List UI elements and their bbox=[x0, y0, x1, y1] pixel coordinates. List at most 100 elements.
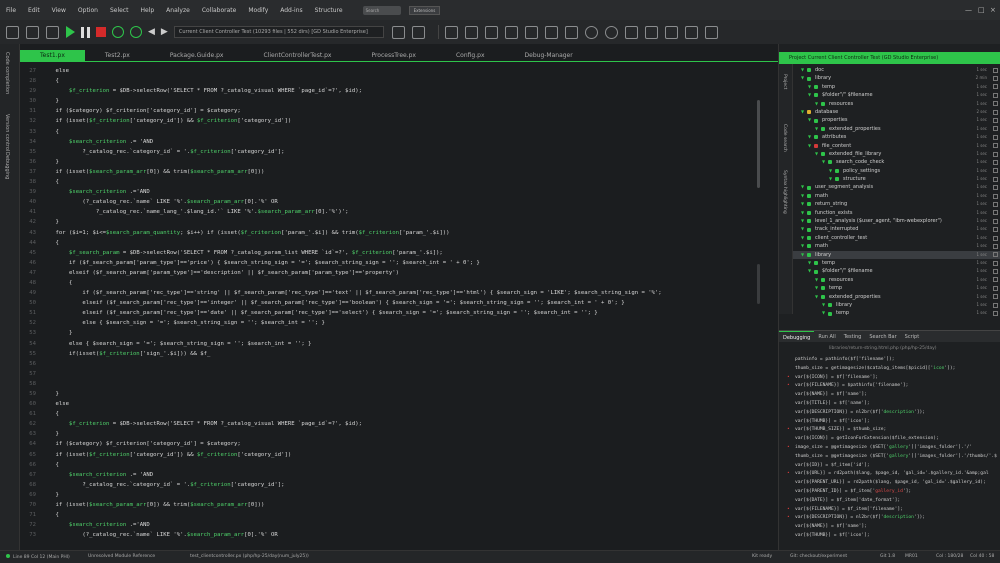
tree-item-checkbox[interactable] bbox=[993, 277, 998, 283]
split-icon[interactable] bbox=[464, 25, 478, 39]
code-line[interactable]: 27 else bbox=[20, 66, 760, 76]
code-line[interactable]: 37 if (isset($search_param_arr[0]) && tr… bbox=[20, 167, 760, 177]
debug-line[interactable]: • var[${URL}] = rd2path($lang, $page_id, … bbox=[787, 470, 997, 479]
menu-view[interactable]: View bbox=[46, 7, 72, 14]
tree-item[interactable]: ▼ temp 1 sec bbox=[793, 309, 1000, 316]
menu-select[interactable]: Select bbox=[104, 7, 135, 14]
tree-item[interactable]: ▼ database 2 sec bbox=[793, 108, 1000, 116]
tree-item-checkbox[interactable] bbox=[993, 243, 998, 249]
tree-item-checkbox[interactable] bbox=[993, 252, 998, 258]
code-line[interactable]: 64 if ($category) $f_criterion['category… bbox=[20, 439, 760, 449]
code-line[interactable]: 32 if (isset($f_criterion['category_id']… bbox=[20, 116, 760, 126]
extensions-button[interactable]: Extensions bbox=[408, 5, 441, 15]
back-icon[interactable]: ◀ bbox=[148, 27, 155, 37]
tree-item[interactable]: ▼ user_segment_analysis 1 sec bbox=[793, 183, 1000, 191]
debug-line[interactable]: • var[${ICON}] = $f['filename']; bbox=[787, 374, 997, 383]
code-line[interactable]: 50 elseif ($f_search_param['rec_type']==… bbox=[20, 298, 760, 308]
minimize-icon[interactable]: — bbox=[965, 6, 972, 14]
tree-item[interactable]: ▼ search_code_check 1 sec bbox=[793, 158, 1000, 166]
build-icon[interactable] bbox=[411, 25, 425, 39]
tree-item-checkbox[interactable] bbox=[993, 84, 998, 90]
tree-item-checkbox[interactable] bbox=[993, 235, 998, 241]
tree-item-checkbox[interactable] bbox=[993, 92, 998, 98]
breakpoint-icon[interactable]: • bbox=[787, 470, 795, 479]
debug-line[interactable]: var[${THUMB}] = $f['icon']; bbox=[787, 418, 997, 427]
code-line[interactable]: 29 $f_criterion = $DB->selectRow('SELECT… bbox=[20, 86, 760, 96]
left-strip-tab-2[interactable]: Debugging bbox=[4, 152, 10, 179]
debug-line[interactable]: var[${NAME}] = $f['name']; bbox=[787, 523, 997, 532]
code-line[interactable]: 72 $search_criterion .='AND bbox=[20, 520, 760, 530]
menu-help[interactable]: Help bbox=[134, 7, 160, 14]
code-line[interactable]: 58 bbox=[20, 379, 760, 389]
status-cursor[interactable]: Col : 180/28 bbox=[936, 554, 963, 559]
debug-line[interactable]: thumb_size = getimagesize($catalog_items… bbox=[787, 365, 997, 374]
tree-item[interactable]: ▼ $folder"/" $filename 1 sec bbox=[793, 267, 1000, 275]
tree-item-checkbox[interactable] bbox=[993, 269, 998, 275]
tree-item[interactable]: ▼ client_controller_test 1 sec bbox=[793, 234, 1000, 242]
code-line[interactable]: 63 } bbox=[20, 429, 760, 439]
forward-icon[interactable]: ▶ bbox=[161, 27, 168, 37]
tree-item[interactable]: ▼ policy_settings 1 sec bbox=[793, 167, 1000, 175]
status-branch[interactable]: Git: checkout/experiment bbox=[790, 554, 847, 559]
tree-item[interactable]: ▼ extended_properties 1 sec bbox=[793, 293, 1000, 301]
left-strip-tab-0[interactable]: Code completion bbox=[4, 52, 10, 94]
status-encoding[interactable]: Git 1.8 bbox=[880, 554, 895, 559]
left-strip-tab-1[interactable]: Version control bbox=[4, 114, 10, 151]
code-line[interactable]: 55 if(isset($f_criterion['sign_'.$i])) &… bbox=[20, 349, 760, 359]
tree-item[interactable]: ▼ extended_properties 1 sec bbox=[793, 125, 1000, 133]
code-area[interactable]: 27 else 28 {29 $f_criterion = $DB->select… bbox=[20, 66, 760, 550]
code-line[interactable]: 71 { bbox=[20, 510, 760, 520]
debug-line[interactable]: var[${DATE}] = $f_item['date_format']; bbox=[787, 497, 997, 506]
tree-item-checkbox[interactable] bbox=[993, 193, 998, 199]
code-line[interactable]: 66 { bbox=[20, 460, 760, 470]
new-file-icon[interactable] bbox=[6, 25, 19, 39]
grid-icon[interactable] bbox=[624, 25, 638, 39]
code-line[interactable]: 60 else bbox=[20, 399, 760, 409]
menu-structure[interactable]: Structure bbox=[309, 7, 349, 14]
breakpoint-icon[interactable] bbox=[787, 409, 795, 418]
status-mode[interactable]: MR01 bbox=[905, 554, 918, 559]
tree-item-checkbox[interactable] bbox=[993, 294, 998, 300]
tree-item[interactable]: ▼ library 1 sec bbox=[793, 250, 1000, 259]
tree-item[interactable]: ▼ extended_file_library 1 sec bbox=[793, 150, 1000, 158]
status-kit[interactable]: Kit ready bbox=[752, 554, 772, 559]
debug-tab[interactable]: Script bbox=[901, 331, 924, 343]
debug-line[interactable]: • image_size = @getimagesize ($SET['galle… bbox=[787, 444, 997, 453]
editor-tab[interactable]: ClientControllerTest.px bbox=[243, 50, 351, 61]
breakpoint-icon[interactable]: • bbox=[787, 514, 795, 523]
tree-item-checkbox[interactable] bbox=[993, 185, 998, 191]
breakpoint-icon[interactable] bbox=[787, 400, 795, 409]
layout-icon[interactable] bbox=[444, 25, 458, 39]
code-line[interactable]: 69 } bbox=[20, 490, 760, 500]
history-icon[interactable] bbox=[564, 25, 578, 39]
run-icon[interactable] bbox=[66, 26, 75, 38]
code-line[interactable]: 36 } bbox=[20, 157, 760, 167]
breakpoint-icon[interactable]: • bbox=[787, 382, 795, 391]
breakpoint-icon[interactable] bbox=[787, 479, 795, 488]
breakpoint-icon[interactable]: • bbox=[787, 444, 795, 453]
code-line[interactable]: 68 ?_catalog_rec.`category_id` = '.$f_cr… bbox=[20, 480, 760, 490]
code-line[interactable]: 57 bbox=[20, 369, 760, 379]
editor-tab[interactable]: Test2.px bbox=[85, 50, 150, 61]
tree-item[interactable]: ▼ library 2 min bbox=[793, 74, 1000, 82]
code-line[interactable]: 65 if (isset($f_criterion['category_id']… bbox=[20, 450, 760, 460]
tree-item-checkbox[interactable] bbox=[993, 143, 998, 149]
debug-line[interactable]: var[${ID}] = $f_item['id']; bbox=[787, 462, 997, 471]
search-icon[interactable] bbox=[604, 25, 618, 39]
debug-line[interactable]: thumb_size = @getimagesize ($SET['galler… bbox=[787, 453, 997, 462]
tree-item-checkbox[interactable] bbox=[993, 134, 998, 140]
profile-icon[interactable] bbox=[130, 26, 142, 38]
code-line[interactable]: 28 { bbox=[20, 76, 760, 86]
tree-item-checkbox[interactable] bbox=[993, 168, 998, 174]
debug-line[interactable]: var[${NAME}] = $f['name']; bbox=[787, 391, 997, 400]
chart-icon[interactable] bbox=[664, 25, 678, 39]
code-line[interactable]: 53 } bbox=[20, 328, 760, 338]
debug-line[interactable]: var[${PARENT_URL}] = rd2path($lang, $pag… bbox=[787, 479, 997, 488]
status-file[interactable]: test_clientcontroller.px (php/hp-25/day(… bbox=[190, 554, 309, 559]
vcs-icon[interactable] bbox=[504, 25, 518, 39]
debug-tab[interactable]: Search Bar bbox=[865, 331, 900, 343]
code-line[interactable]: 33 { bbox=[20, 127, 760, 137]
code-line[interactable]: 30 } bbox=[20, 96, 760, 106]
tree-item[interactable]: ▼ level_1_analysis ($user_agent, "ibm-web… bbox=[793, 217, 1000, 225]
debug-line[interactable]: var[${DESCRIPTION}] = nl2br($f['descript… bbox=[787, 409, 997, 418]
